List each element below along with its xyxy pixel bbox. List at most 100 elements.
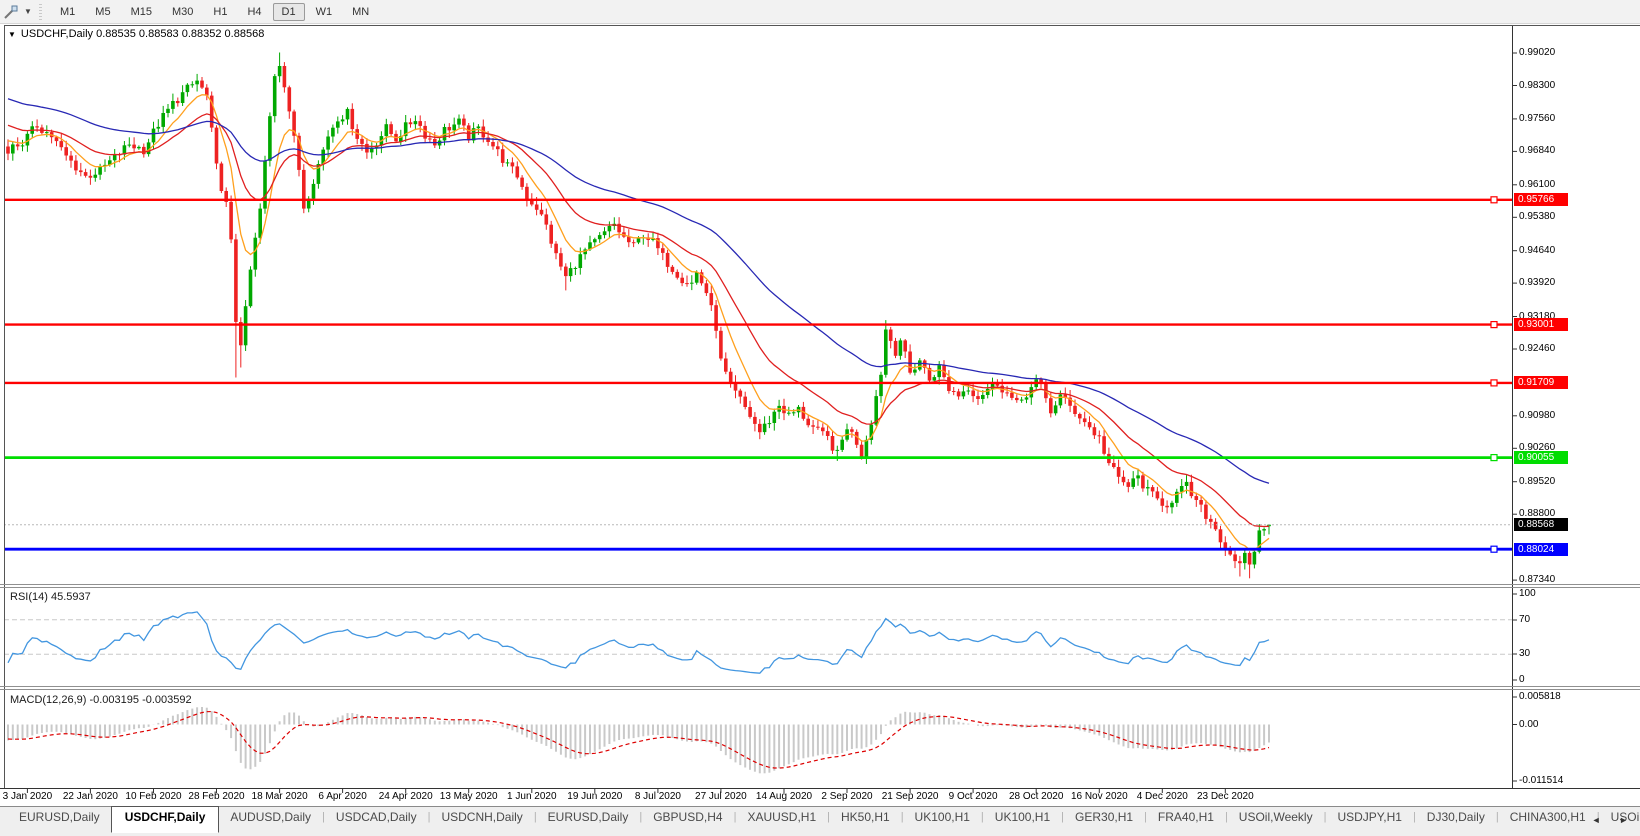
candle-body xyxy=(1160,498,1165,506)
window-menu-icon[interactable]: ▼ xyxy=(8,30,16,39)
candle-body xyxy=(98,166,102,175)
candle-body xyxy=(151,128,156,143)
candle-body xyxy=(719,330,723,359)
chart-canvas[interactable] xyxy=(0,0,1640,836)
candle-body xyxy=(1073,405,1077,414)
candle-body xyxy=(418,121,422,126)
candle-body xyxy=(1233,554,1237,562)
chart-tab-gbpusd-h4[interactable]: GBPUSD,H4 xyxy=(642,807,733,831)
candle-body xyxy=(272,76,277,117)
candle-body xyxy=(1252,551,1257,565)
candle-body xyxy=(59,141,64,148)
candle-body xyxy=(93,174,98,178)
line-handle[interactable] xyxy=(1490,545,1498,553)
candle-body xyxy=(898,340,903,356)
chart-tab-usdchf-daily[interactable]: USDCHF,Daily xyxy=(110,806,220,833)
candle-body xyxy=(724,358,728,372)
chart-tab-xauusd-h1[interactable]: XAUUSD,H1 xyxy=(736,807,827,831)
candle-body xyxy=(515,166,520,178)
price-line-label: 0.93001 xyxy=(1514,318,1568,332)
candle-body xyxy=(408,122,413,125)
chart-tab-dj30-daily[interactable]: DJ30,Daily xyxy=(1416,807,1496,831)
candle-body xyxy=(428,138,432,140)
candle-body xyxy=(486,137,490,142)
candle-body xyxy=(956,391,961,397)
chart-tab-ger30-h1[interactable]: GER30,H1 xyxy=(1064,807,1144,831)
moving-average-line-8 xyxy=(7,94,1270,551)
candle-body xyxy=(1189,481,1194,497)
candle-body xyxy=(908,351,912,373)
date-tick-label: 2 Sep 2020 xyxy=(821,791,873,802)
candle-body xyxy=(913,369,917,373)
candle-body xyxy=(54,137,59,142)
candle-body xyxy=(496,146,500,150)
candle-body xyxy=(554,243,558,254)
rsi-tick-label: 0 xyxy=(1519,674,1525,685)
line-handle[interactable] xyxy=(1490,321,1498,329)
candle-body xyxy=(685,283,689,285)
line-handle[interactable] xyxy=(1490,196,1498,204)
chart-tab-fra40-h1[interactable]: FRA40,H1 xyxy=(1147,807,1225,831)
candle-body xyxy=(772,411,777,423)
line-handle[interactable] xyxy=(1490,454,1498,462)
price-tick-label: 0.99020 xyxy=(1519,47,1556,58)
chart-tab-eurusd-daily[interactable]: EURUSD,Daily xyxy=(537,807,640,831)
candle-body xyxy=(389,124,393,134)
candle-body xyxy=(932,377,937,381)
line-handle[interactable] xyxy=(1490,379,1498,387)
candle-body xyxy=(234,239,238,322)
tab-scroll-arrows[interactable]: ◄ ► xyxy=(1592,815,1636,825)
candle-body xyxy=(1165,505,1169,508)
candle-body xyxy=(1213,521,1218,530)
chart-title-text: USDCHF,Daily 0.88535 0.88583 0.88352 0.8… xyxy=(20,28,265,40)
candle-body xyxy=(142,146,146,155)
chart-tab-eurusd-daily[interactable]: EURUSD,Daily xyxy=(8,807,111,831)
candle-body xyxy=(1141,475,1145,489)
moving-average-line-21 xyxy=(7,113,1270,528)
date-tick-label: 4 Dec 2020 xyxy=(1136,791,1188,802)
chart-tab-usoil-weekly[interactable]: USOil,Weekly xyxy=(1228,807,1324,831)
candle-body xyxy=(1024,397,1029,400)
candle-body xyxy=(607,226,612,232)
chart-tab-audusd-daily[interactable]: AUDUSD,Daily xyxy=(219,807,322,831)
candle-body xyxy=(879,374,883,397)
candle-body xyxy=(491,142,495,147)
candle-body xyxy=(811,425,815,427)
candle-body xyxy=(510,162,515,167)
candle-body xyxy=(336,121,340,128)
candle-body xyxy=(762,423,767,433)
date-tick-label: 9 Oct 2020 xyxy=(948,791,998,802)
candle-body xyxy=(1170,502,1174,508)
chart-tab-uk100-h1[interactable]: UK100,H1 xyxy=(904,807,981,831)
date-tick-label: 6 Apr 2020 xyxy=(318,791,367,802)
candle-body xyxy=(1146,487,1150,489)
date-tick-label: 21 Sep 2020 xyxy=(881,791,939,802)
chart-tab-usdjpy-h1[interactable]: USDJPY,H1 xyxy=(1326,807,1412,831)
chart-tabs: EURUSD,Daily USDCHF,Daily AUDUSD,Daily | USD… xyxy=(0,806,1640,833)
chart-tab-uk100-h1[interactable]: UK100,H1 xyxy=(984,807,1061,831)
candle-body xyxy=(743,396,747,407)
candle-body xyxy=(859,444,864,458)
candle-body xyxy=(64,147,68,156)
candle-body xyxy=(11,144,15,154)
candle-body xyxy=(1204,504,1208,519)
candle-body xyxy=(384,124,389,137)
candle-body xyxy=(549,224,553,244)
candle-body xyxy=(1247,552,1252,565)
candle-body xyxy=(180,92,185,103)
candle-body xyxy=(1194,496,1199,500)
candle-body xyxy=(248,269,253,307)
candle-body xyxy=(74,160,78,171)
price-tick-label: 0.98300 xyxy=(1519,79,1556,91)
date-tick-label: 28 Oct 2020 xyxy=(1008,791,1064,802)
chart-tab-usdcnh-daily[interactable]: USDCNH,Daily xyxy=(430,807,533,831)
candle-body xyxy=(1150,487,1155,492)
chart-tab-hk50-h1[interactable]: HK50,H1 xyxy=(830,807,901,831)
chart-tab-usdcad-daily[interactable]: USDCAD,Daily xyxy=(325,807,428,831)
candle-body xyxy=(20,145,25,147)
candle-body xyxy=(311,183,316,199)
candle-body xyxy=(631,242,636,244)
candle-body xyxy=(6,146,10,154)
candle-body xyxy=(704,283,709,294)
chart-tab-china300-h1[interactable]: CHINA300,H1 xyxy=(1499,807,1597,831)
